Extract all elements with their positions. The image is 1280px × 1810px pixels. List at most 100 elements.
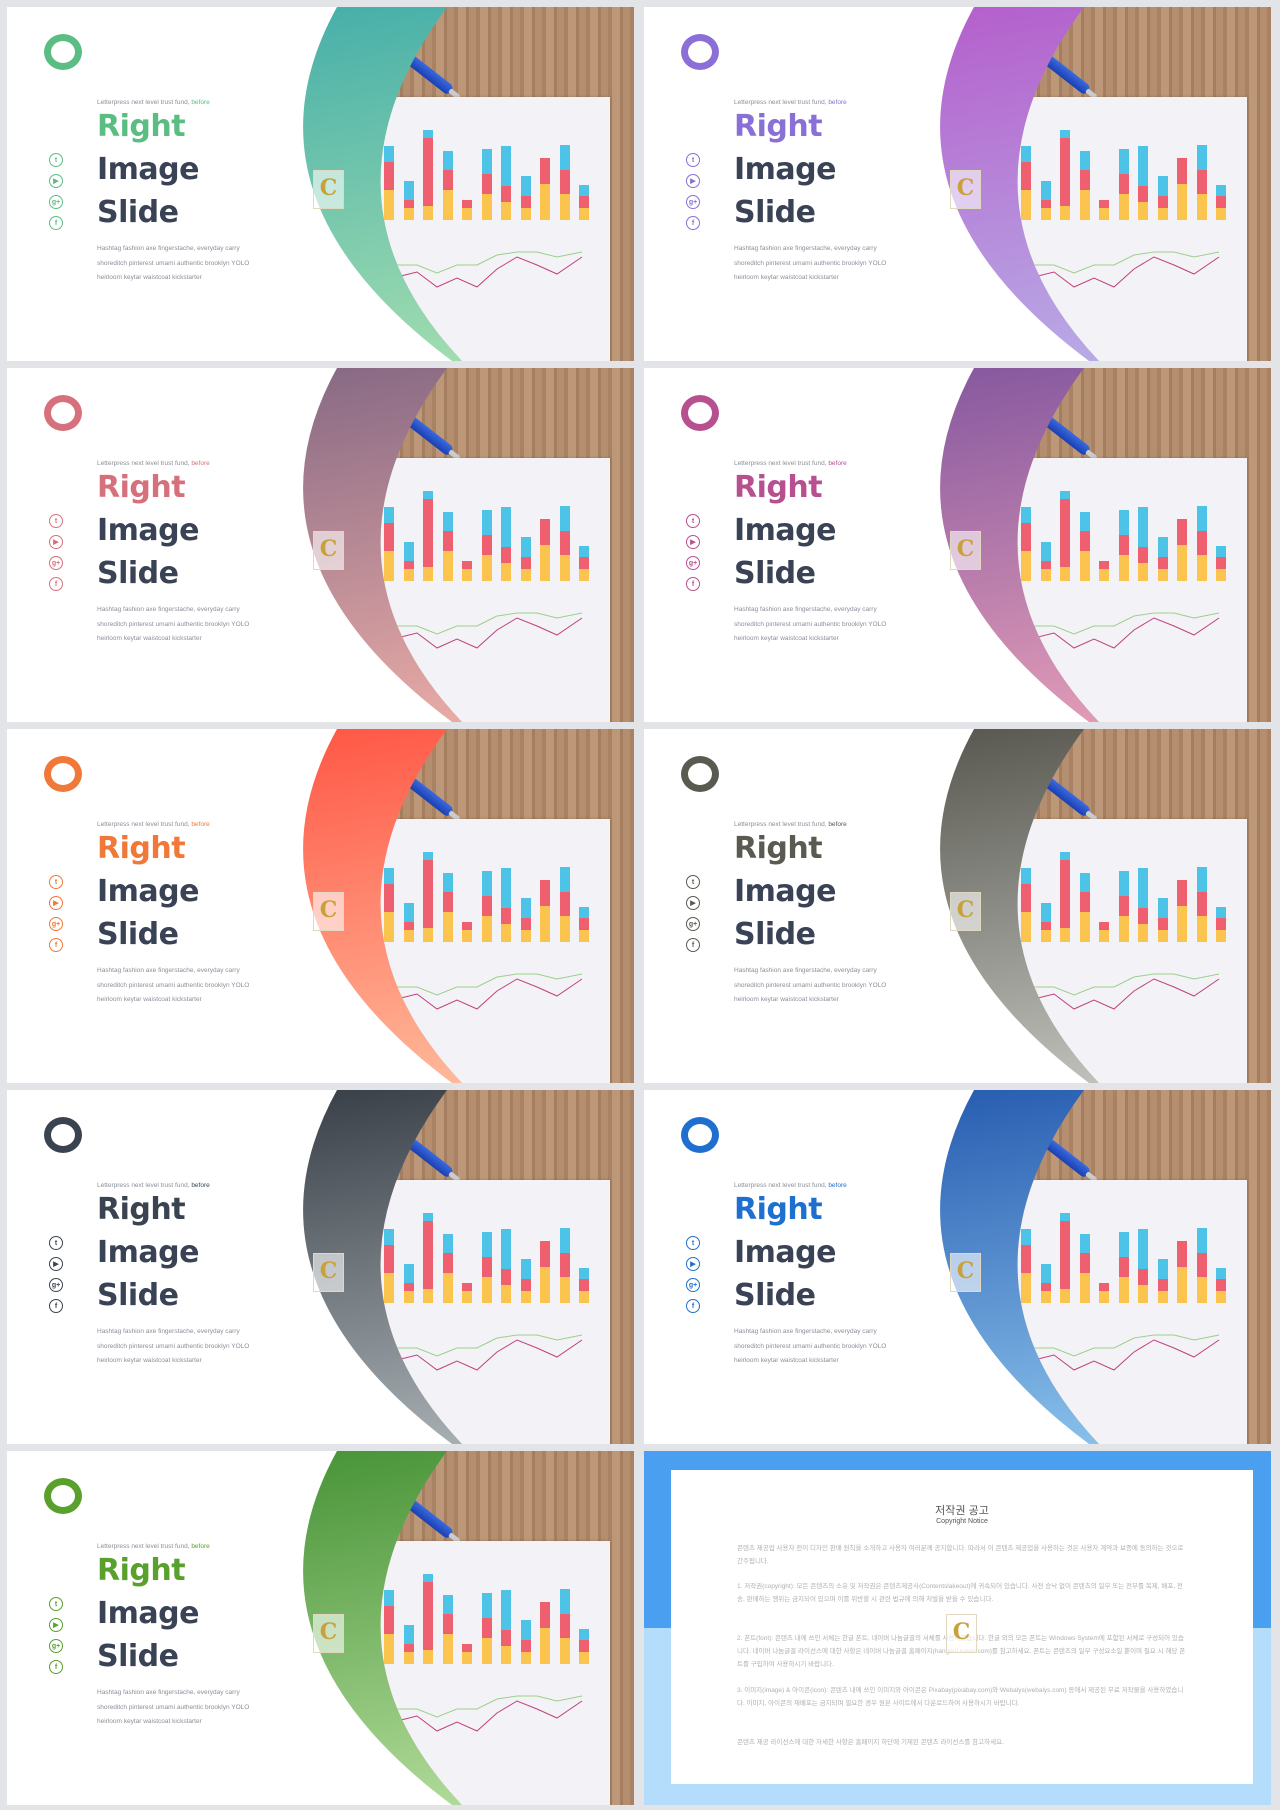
- template-slide[interactable]: Letterpress next level trust fund, befor…: [644, 729, 1271, 1083]
- body-line: heirloom keytar waistcoat kickstarter: [97, 996, 202, 1003]
- chart-bar: [560, 867, 570, 892]
- chart-bar: [423, 1650, 433, 1664]
- youtube-icon[interactable]: ▶: [49, 1257, 63, 1271]
- chart-bar: [443, 1614, 453, 1634]
- chart-bar: [1158, 196, 1168, 208]
- facebook-icon[interactable]: f: [49, 577, 63, 591]
- google-plus-icon[interactable]: g+: [686, 195, 700, 209]
- chart-bar: [1041, 1264, 1051, 1283]
- body-text: Hashtag fashion axe fingerstache, everyd…: [734, 964, 886, 1008]
- chart-bar: [501, 563, 511, 581]
- facebook-icon[interactable]: f: [686, 938, 700, 952]
- copyright-paragraph: 콘텐츠 제공 라이선스에 대한 자세한 사항은 홈페이지 하단에 기재된 콘텐츠…: [737, 1739, 1004, 1746]
- template-slide[interactable]: Letterpress next level trust fund, befor…: [7, 729, 634, 1083]
- facebook-icon[interactable]: f: [49, 216, 63, 230]
- facebook-icon[interactable]: f: [49, 1660, 63, 1674]
- watermark-logo: C: [950, 531, 981, 570]
- template-slide[interactable]: Letterpress next level trust fund, befor…: [7, 7, 634, 361]
- chart-bar: [1197, 916, 1207, 942]
- logo-ring-icon: [681, 34, 719, 70]
- chart-bar: [501, 202, 511, 220]
- youtube-icon[interactable]: ▶: [49, 896, 63, 910]
- chart-bar: [1080, 151, 1090, 170]
- title-line-3: Slide: [734, 917, 816, 952]
- facebook-icon[interactable]: f: [49, 938, 63, 952]
- youtube-icon[interactable]: ▶: [686, 896, 700, 910]
- youtube-icon[interactable]: ▶: [686, 535, 700, 549]
- chart-bar: [579, 185, 589, 196]
- chart-bar: [1099, 561, 1109, 569]
- google-plus-icon[interactable]: g+: [49, 1639, 63, 1653]
- title-line-2: Image: [734, 1235, 837, 1270]
- twitter-icon[interactable]: t: [686, 514, 700, 528]
- template-slide[interactable]: Letterpress next level trust fund, befor…: [644, 7, 1271, 361]
- tagline: Letterpress next level trust fund, befor…: [97, 1543, 210, 1550]
- body-line: shoreditch pinterest umami authentic bro…: [734, 259, 887, 267]
- google-plus-icon[interactable]: g+: [686, 556, 700, 570]
- google-plus-icon[interactable]: g+: [686, 1278, 700, 1292]
- chart-bar: [404, 1652, 414, 1664]
- body-text: Hashtag fashion axe fingerstache, everyd…: [97, 1686, 249, 1730]
- google-plus-icon[interactable]: g+: [49, 1278, 63, 1292]
- template-slide[interactable]: Letterpress next level trust fund, befor…: [7, 368, 634, 722]
- twitter-icon[interactable]: t: [49, 1597, 63, 1611]
- title-line-2: Image: [97, 1235, 200, 1270]
- chart-bar: [384, 1606, 394, 1634]
- chart-bar: [521, 1640, 531, 1652]
- chart-bar: [1060, 499, 1070, 567]
- template-slide[interactable]: Letterpress next level trust fund, befor…: [7, 1451, 634, 1805]
- chart-bar: [1197, 170, 1207, 194]
- chart-bar: [1197, 194, 1207, 220]
- twitter-icon[interactable]: t: [686, 153, 700, 167]
- chart-bar: [1119, 555, 1129, 581]
- tagline: Letterpress next level trust fund, befor…: [734, 1182, 847, 1189]
- watermark-logo: C: [313, 170, 344, 209]
- twitter-icon[interactable]: t: [49, 875, 63, 889]
- chart-bar: [1060, 1213, 1070, 1221]
- chart-bar: [384, 884, 394, 912]
- chart-bar: [384, 912, 394, 942]
- chart-bar: [1119, 510, 1129, 535]
- twitter-icon[interactable]: t: [686, 875, 700, 889]
- chart-bar: [560, 916, 570, 942]
- chart-bar: [1080, 1234, 1090, 1253]
- google-plus-icon[interactable]: g+: [49, 917, 63, 931]
- youtube-icon[interactable]: ▶: [49, 535, 63, 549]
- chart-bar: [462, 569, 472, 581]
- youtube-icon[interactable]: ▶: [686, 174, 700, 188]
- facebook-icon[interactable]: f: [686, 577, 700, 591]
- youtube-icon[interactable]: ▶: [49, 174, 63, 188]
- template-slide[interactable]: Letterpress next level trust fund, befor…: [644, 368, 1271, 722]
- chart-bar: [404, 1291, 414, 1303]
- chart-bar: [560, 170, 570, 194]
- google-plus-icon[interactable]: g+: [49, 195, 63, 209]
- twitter-icon[interactable]: t: [49, 1236, 63, 1250]
- chart-bar: [1177, 906, 1187, 942]
- chart-bar: [1060, 852, 1070, 860]
- facebook-icon[interactable]: f: [49, 1299, 63, 1313]
- twitter-icon[interactable]: t: [686, 1236, 700, 1250]
- chart-bar: [482, 896, 492, 916]
- google-plus-icon[interactable]: g+: [49, 556, 63, 570]
- template-slide[interactable]: Letterpress next level trust fund, befor…: [644, 1090, 1271, 1444]
- youtube-icon[interactable]: ▶: [49, 1618, 63, 1632]
- chart-bar: [1138, 1269, 1148, 1285]
- facebook-icon[interactable]: f: [686, 216, 700, 230]
- chart-bar: [443, 151, 453, 170]
- chart-bar: [1216, 1268, 1226, 1279]
- twitter-icon[interactable]: t: [49, 514, 63, 528]
- watermark-logo: C: [313, 531, 344, 570]
- twitter-icon[interactable]: t: [49, 153, 63, 167]
- template-slide[interactable]: Letterpress next level trust fund, befor…: [7, 1090, 634, 1444]
- google-plus-icon[interactable]: g+: [686, 917, 700, 931]
- chart-bar: [1099, 922, 1109, 930]
- watermark-logo: C: [946, 1614, 977, 1653]
- facebook-icon[interactable]: f: [686, 1299, 700, 1313]
- youtube-icon[interactable]: ▶: [686, 1257, 700, 1271]
- chart-bar: [1041, 922, 1051, 930]
- chart-bar: [1060, 206, 1070, 220]
- chart-bar: [443, 1634, 453, 1664]
- chart-bar: [1041, 542, 1051, 561]
- tagline-accent: before: [828, 99, 847, 106]
- chart-bar: [521, 1279, 531, 1291]
